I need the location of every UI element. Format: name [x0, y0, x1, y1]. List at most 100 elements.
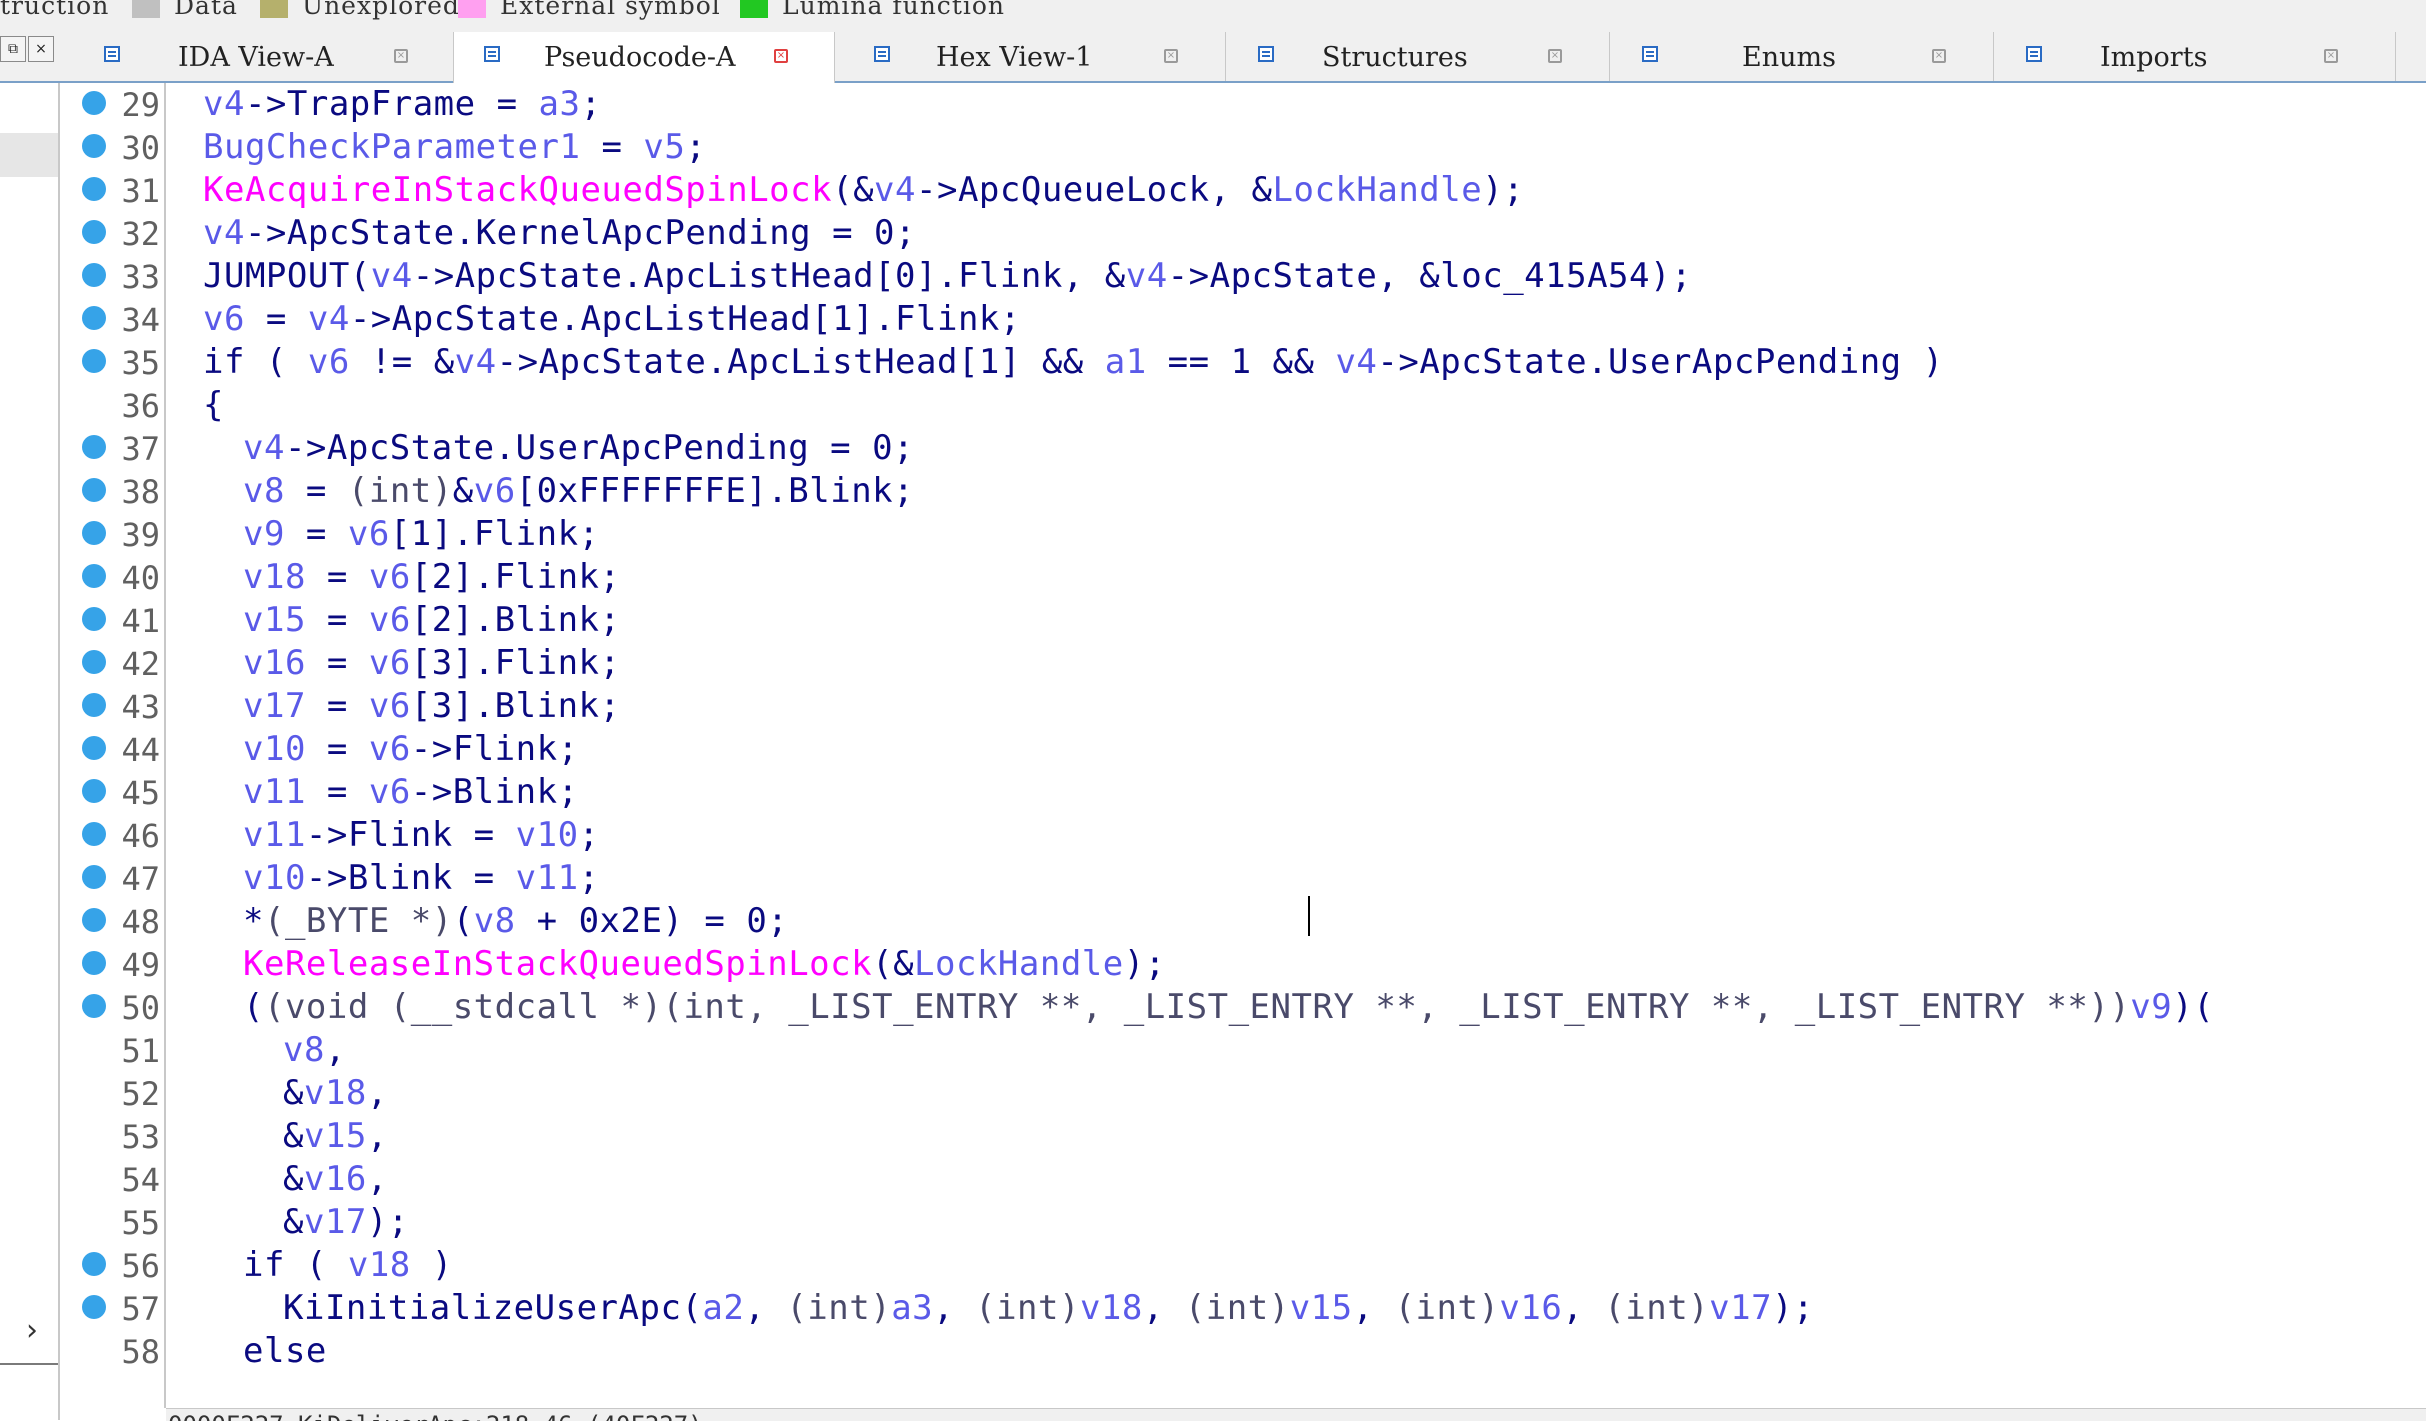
breakpoint-dot-icon[interactable] — [82, 693, 106, 717]
breakpoint-dot-icon[interactable] — [82, 91, 106, 115]
gutter-line[interactable]: 47 — [72, 857, 164, 900]
gutter-line[interactable]: 37 — [72, 427, 164, 470]
gutter-line[interactable]: 32 — [72, 212, 164, 255]
gutter-line[interactable]: 31 — [72, 169, 164, 212]
close-tab-icon[interactable]: × — [1932, 49, 1946, 63]
gutter-line[interactable]: 34 — [72, 298, 164, 341]
gutter-line[interactable]: 53 — [72, 1115, 164, 1158]
breakpoint-dot-icon[interactable] — [82, 435, 106, 459]
close-tab-icon[interactable]: × — [2324, 49, 2338, 63]
gutter-line[interactable]: 49 — [72, 943, 164, 986]
code-line[interactable]: &v16, — [283, 1158, 388, 1201]
gutter-line[interactable]: 57 — [72, 1287, 164, 1330]
code-line[interactable]: else — [243, 1330, 327, 1373]
code-line[interactable]: ((void (__stdcall *)(int, _LIST_ENTRY **… — [243, 986, 2214, 1029]
code-line[interactable]: BugCheckParameter1 = v5; — [203, 126, 706, 169]
legend-item: Unexplored — [260, 0, 460, 20]
close-tab-icon[interactable]: × — [394, 49, 408, 63]
breakpoint-dot-icon[interactable] — [82, 736, 106, 760]
code-line[interactable]: *(_BYTE *)(v8 + 0x2E) = 0; — [243, 900, 788, 943]
pseudocode-editor[interactable]: v4->TrapFrame = a3; BugCheckParameter1 = … — [166, 83, 2426, 1408]
breakpoint-dot-icon[interactable] — [82, 263, 106, 287]
code-line[interactable]: v17 = v6[3].Blink; — [243, 685, 621, 728]
breakpoint-dot-icon[interactable] — [82, 779, 106, 803]
code-line[interactable]: if ( v18 ) — [243, 1244, 453, 1287]
code-line[interactable]: { — [203, 384, 224, 427]
breakpoint-dot-icon[interactable] — [82, 951, 106, 975]
breakpoint-dot-icon[interactable] — [82, 220, 106, 244]
gutter-line[interactable]: 33 — [72, 255, 164, 298]
tab-ida-view-a[interactable]: IDA View-A × — [74, 32, 456, 81]
code-line[interactable]: &v15, — [283, 1115, 388, 1158]
restore-panel-button[interactable]: ⧉ — [0, 36, 26, 62]
gutter-line[interactable]: 30 — [72, 126, 164, 169]
code-line[interactable]: v11->Flink = v10; — [243, 814, 600, 857]
tab-enums[interactable]: Enums × — [1612, 32, 1994, 81]
gutter-line[interactable]: 56 — [72, 1244, 164, 1287]
tab-structures[interactable]: Structures × — [1228, 32, 1610, 81]
gutter-line[interactable]: 38 — [72, 470, 164, 513]
code-line[interactable]: &v18, — [283, 1072, 388, 1115]
tab-pseudocode-a[interactable]: Pseudocode-A × — [453, 32, 835, 83]
code-line[interactable]: if ( v6 != &v4->ApcState.ApcListHead[1] … — [203, 341, 1944, 384]
gutter-line[interactable]: 43 — [72, 685, 164, 728]
code-line[interactable]: v10->Blink = v11; — [243, 857, 600, 900]
breakpoint-dot-icon[interactable] — [82, 1252, 106, 1276]
gutter-line[interactable]: 44 — [72, 728, 164, 771]
close-tab-icon[interactable]: × — [1548, 49, 1562, 63]
breakpoint-dot-icon[interactable] — [82, 306, 106, 330]
code-line[interactable]: v18 = v6[2].Flink; — [243, 556, 621, 599]
gutter-line[interactable]: 36 — [72, 384, 164, 427]
breakpoint-dot-icon[interactable] — [82, 177, 106, 201]
gutter-line[interactable]: 35 — [72, 341, 164, 384]
breakpoint-dot-icon[interactable] — [82, 1295, 106, 1319]
code-line[interactable]: v8 = (int)&v6[0xFFFFFFFE].Blink; — [243, 470, 914, 513]
close-panel-button[interactable]: × — [28, 36, 54, 62]
code-line[interactable]: v15 = v6[2].Blink; — [243, 599, 621, 642]
gutter-line[interactable]: 58 — [72, 1330, 164, 1373]
code-line[interactable]: JUMPOUT(v4->ApcState.ApcListHead[0].Flin… — [203, 255, 1692, 298]
tab-hex-view-1[interactable]: Hex View-1 × — [844, 32, 1226, 81]
gutter-line[interactable]: 29 — [72, 83, 164, 126]
breakpoint-dot-icon[interactable] — [82, 564, 106, 588]
code-line[interactable]: v10 = v6->Flink; — [243, 728, 579, 771]
code-line[interactable]: &v17); — [283, 1201, 409, 1244]
breakpoint-dot-icon[interactable] — [82, 607, 106, 631]
breakpoint-dot-icon[interactable] — [82, 349, 106, 373]
gutter-line[interactable]: 51 — [72, 1029, 164, 1072]
code-line[interactable]: v9 = v6[1].Flink; — [243, 513, 600, 556]
code-line[interactable]: KeReleaseInStackQueuedSpinLock(&LockHand… — [243, 943, 1166, 986]
code-line[interactable]: v11 = v6->Blink; — [243, 771, 579, 814]
gutter-line[interactable]: 50 — [72, 986, 164, 1029]
breakpoint-dot-icon[interactable] — [82, 650, 106, 674]
breakpoint-dot-icon[interactable] — [82, 521, 106, 545]
breakpoint-dot-icon[interactable] — [82, 908, 106, 932]
code-line[interactable]: KiInitializeUserApc(a2, (int)a3, (int)v1… — [283, 1287, 1814, 1330]
breakpoint-dot-icon[interactable] — [82, 994, 106, 1018]
close-tab-icon[interactable]: × — [774, 49, 788, 63]
gutter-line[interactable]: 41 — [72, 599, 164, 642]
gutter-line[interactable]: 46 — [72, 814, 164, 857]
gutter-line[interactable]: 54 — [72, 1158, 164, 1201]
gutter-line[interactable]: 45 — [72, 771, 164, 814]
gutter-line[interactable]: 42 — [72, 642, 164, 685]
gutter-line[interactable]: 52 — [72, 1072, 164, 1115]
code-line[interactable]: v4->ApcState.KernelApcPending = 0; — [203, 212, 916, 255]
gutter-line[interactable]: 55 — [72, 1201, 164, 1244]
gutter-line[interactable]: 40 — [72, 556, 164, 599]
breakpoint-dot-icon[interactable] — [82, 134, 106, 158]
code-line[interactable]: v6 = v4->ApcState.ApcListHead[1].Flink; — [203, 298, 1021, 341]
close-tab-icon[interactable]: × — [1164, 49, 1178, 63]
tab-imports[interactable]: Imports × — [1996, 32, 2396, 81]
breakpoint-dot-icon[interactable] — [82, 822, 106, 846]
code-line[interactable]: v8, — [283, 1029, 346, 1072]
gutter-line[interactable]: 48 — [72, 900, 164, 943]
breakpoint-dot-icon[interactable] — [82, 865, 106, 889]
code-line[interactable]: v16 = v6[3].Flink; — [243, 642, 621, 685]
code-line[interactable]: KeAcquireInStackQueuedSpinLock(&v4->ApcQ… — [203, 169, 1524, 212]
breakpoint-dot-icon[interactable] — [82, 478, 106, 502]
code-line[interactable]: v4->TrapFrame = a3; — [203, 83, 601, 126]
gutter-line[interactable]: 39 — [72, 513, 164, 556]
code-line[interactable]: v4->ApcState.UserApcPending = 0; — [243, 427, 914, 470]
expand-arrow-icon[interactable]: › — [26, 1313, 38, 1348]
